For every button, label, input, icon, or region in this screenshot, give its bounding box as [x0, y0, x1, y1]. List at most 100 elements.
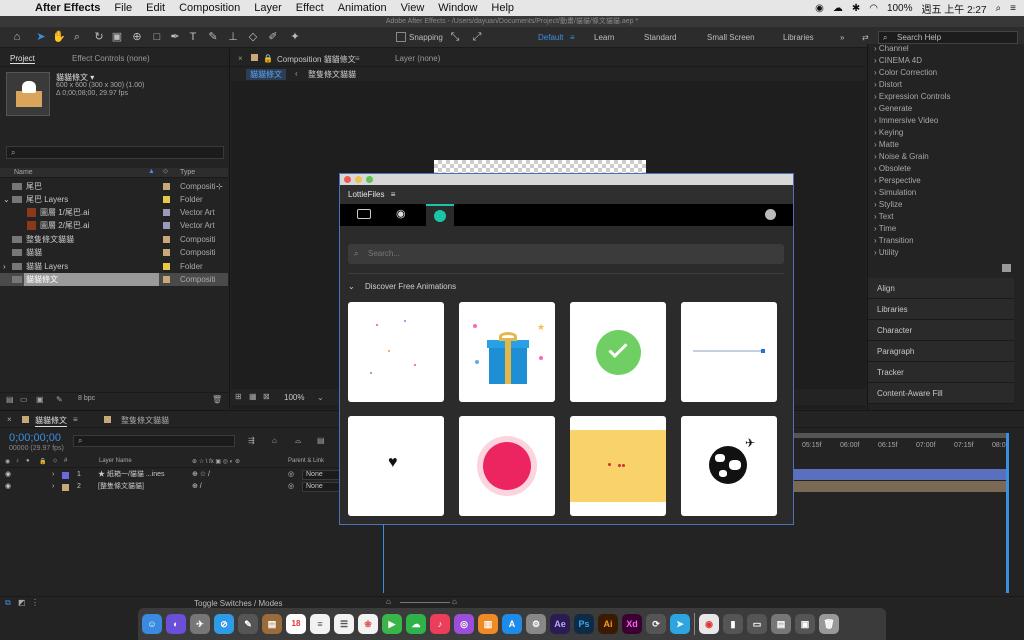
comp-canvas[interactable] [434, 160, 646, 174]
layer-switches-toggle-icon[interactable]: ⧉ [5, 598, 11, 608]
panel-tracker[interactable]: Tracker [868, 362, 1014, 383]
draft-3d-icon[interactable]: ⌂ [272, 436, 277, 445]
timeline-menu-icon[interactable]: ≡ [73, 415, 78, 424]
zoom-window-button[interactable] [366, 176, 373, 183]
layer-search-input[interactable]: ⌕ [73, 435, 235, 447]
panel-align[interactable]: Align [868, 278, 1014, 299]
workspace-default[interactable]: Default [538, 33, 563, 42]
animation-card-checkmark[interactable] [570, 302, 666, 402]
chevron-down-icon[interactable]: ⌄ [317, 393, 324, 402]
current-time[interactable]: 0;00;00;00 [9, 432, 61, 444]
panel-content-aware-fill[interactable]: Content-Aware Fill [868, 383, 1014, 404]
switches-column-icons[interactable]: ⊕ ☆ \ fx ▣ ◎ ◐ ⊛ [192, 458, 240, 465]
workspace-libraries[interactable]: Libraries [783, 33, 814, 42]
label-swatch[interactable] [163, 183, 170, 190]
tab-effect-controls[interactable]: Effect Controls (none) [72, 54, 150, 63]
effect-category[interactable]: › Channel [874, 44, 909, 53]
animation-card-confetti[interactable] [348, 302, 444, 402]
downloads-stack-icon[interactable]: ▤ [771, 614, 791, 634]
effect-category[interactable]: › Transition [874, 236, 914, 245]
app-store-icon[interactable]: A [502, 614, 522, 634]
rectangle-tool-icon[interactable]: □ [150, 30, 164, 44]
trash-icon[interactable]: 🗑 [212, 395, 222, 404]
layer-name[interactable]: [整隻條文貓貓] [98, 481, 144, 493]
bluetooth-icon[interactable]: ✱ [852, 3, 860, 14]
preview-eye-icon[interactable]: ◉ [396, 207, 406, 220]
menu-view[interactable]: View [394, 2, 432, 14]
workspace-learn[interactable]: Learn [594, 33, 614, 42]
books-icon[interactable]: ▥ [478, 614, 498, 634]
visibility-column-icon[interactable]: ◉ [5, 458, 10, 465]
battery-label[interactable]: 100% [887, 3, 913, 14]
menu-window[interactable]: Window [431, 2, 484, 14]
effect-category[interactable]: › Color Correction [874, 68, 937, 77]
close-tab-icon[interactable]: × [7, 415, 12, 424]
project-settings-icon[interactable]: ✎ [56, 395, 63, 404]
animation-card-record[interactable] [459, 416, 555, 516]
visibility-icon[interactable]: ◉ [5, 469, 11, 481]
menu-layer[interactable]: Layer [247, 2, 289, 14]
layer-bar[interactable] [793, 481, 1006, 492]
more-workspaces-icon[interactable]: » [840, 33, 844, 42]
animation-card-heart[interactable]: ♥ [348, 416, 444, 516]
camera-tool-icon[interactable]: ▣ [110, 30, 124, 44]
effect-category[interactable]: › Noise & Grain [874, 152, 929, 161]
pickwhip-icon[interactable]: ◎ [288, 481, 294, 493]
label-swatch[interactable] [163, 249, 170, 256]
clock[interactable]: 週五 上午 2:27 [922, 1, 987, 16]
animation-card-gift[interactable]: ★ [459, 302, 555, 402]
photos-icon[interactable]: ❀ [358, 614, 378, 634]
disclosure-closed-icon[interactable]: › [3, 260, 6, 273]
in-out-toggle-icon[interactable]: ⋮ [31, 598, 39, 607]
lottie-search-input[interactable]: ⌕ Search... [348, 244, 784, 264]
panel-character[interactable]: Character [868, 320, 1014, 341]
menu-edit[interactable]: Edit [139, 2, 172, 14]
workspace-small-screen[interactable]: Small Screen [707, 33, 755, 42]
close-tab-icon[interactable]: × [238, 54, 243, 63]
type-tool-icon[interactable]: T [186, 30, 200, 44]
project-search-input[interactable]: ⌕ [6, 146, 224, 159]
user-avatar-icon[interactable] [765, 209, 776, 220]
layer-switches-icons[interactable]: ⊕ / [192, 481, 202, 493]
clone-stamp-tool-icon[interactable]: ⊥ [226, 30, 240, 44]
status-icon[interactable]: ◉ [815, 3, 824, 14]
effect-category[interactable]: › Keying [874, 128, 903, 137]
label-col-icon[interactable]: ⬦ [163, 168, 168, 176]
effect-category[interactable]: › CINEMA 4D [874, 56, 922, 65]
animation-card-progress[interactable] [681, 302, 777, 402]
telegram-icon[interactable]: ➤ [670, 614, 690, 634]
label-swatch[interactable] [62, 472, 69, 479]
puppet-tool-icon[interactable]: ✦ [288, 30, 302, 44]
label-swatch[interactable] [163, 263, 170, 270]
project-row[interactable]: 圖層 2/尾巴.ai Vector Art [0, 219, 228, 232]
animation-card-yellow[interactable] [570, 416, 666, 516]
selection-tool-icon[interactable]: ➤ [34, 30, 48, 44]
photoshop-icon[interactable]: Ps [574, 614, 594, 634]
after-effects-icon[interactable]: Ae [550, 614, 570, 634]
hand-tool-icon[interactable]: ✋ [52, 30, 66, 44]
layer-row[interactable]: ◉ › 1 ★ 紙箱一/貓貓 ...ines ⊕ ☆ / ◎ None [0, 469, 383, 481]
home-icon[interactable]: ⌂ [10, 30, 24, 44]
project-row[interactable]: 尾巴 Compositi ⊹ [0, 180, 228, 193]
close-window-button[interactable] [344, 176, 351, 183]
calendar-icon[interactable]: 18 [286, 614, 306, 634]
effect-category[interactable]: › Matte [874, 140, 899, 149]
transfer-controls-icon[interactable]: ◩ [18, 598, 26, 607]
label-swatch[interactable] [163, 222, 170, 229]
zoom-tool-icon[interactable]: ⌕ [70, 30, 84, 44]
label-column-icon[interactable]: ⬦ [53, 458, 57, 465]
app-icon[interactable]: ✎ [238, 614, 258, 634]
brush-tool-icon[interactable]: ✎ [206, 30, 220, 44]
panel-libraries[interactable]: Libraries [868, 299, 1014, 320]
new-composition-icon[interactable]: ▣ [36, 395, 44, 404]
effect-category[interactable]: › Expression Controls [874, 92, 950, 101]
control-center-icon[interactable]: ≡ [1010, 3, 1016, 14]
illustrator-icon[interactable]: Ai [598, 614, 618, 634]
screenshot-stack-icon[interactable]: ▣ [795, 614, 815, 634]
view-options-icon[interactable]: ⊠ [263, 392, 270, 401]
discover-section-header[interactable]: ⌄ Discover Free Animations [348, 282, 456, 291]
label-swatch[interactable] [163, 276, 170, 283]
panel-paragraph[interactable]: Paragraph [868, 341, 1014, 362]
breadcrumb-current[interactable]: 貓貓條文 [246, 69, 286, 80]
pickwhip-icon[interactable]: ◎ [288, 469, 294, 481]
